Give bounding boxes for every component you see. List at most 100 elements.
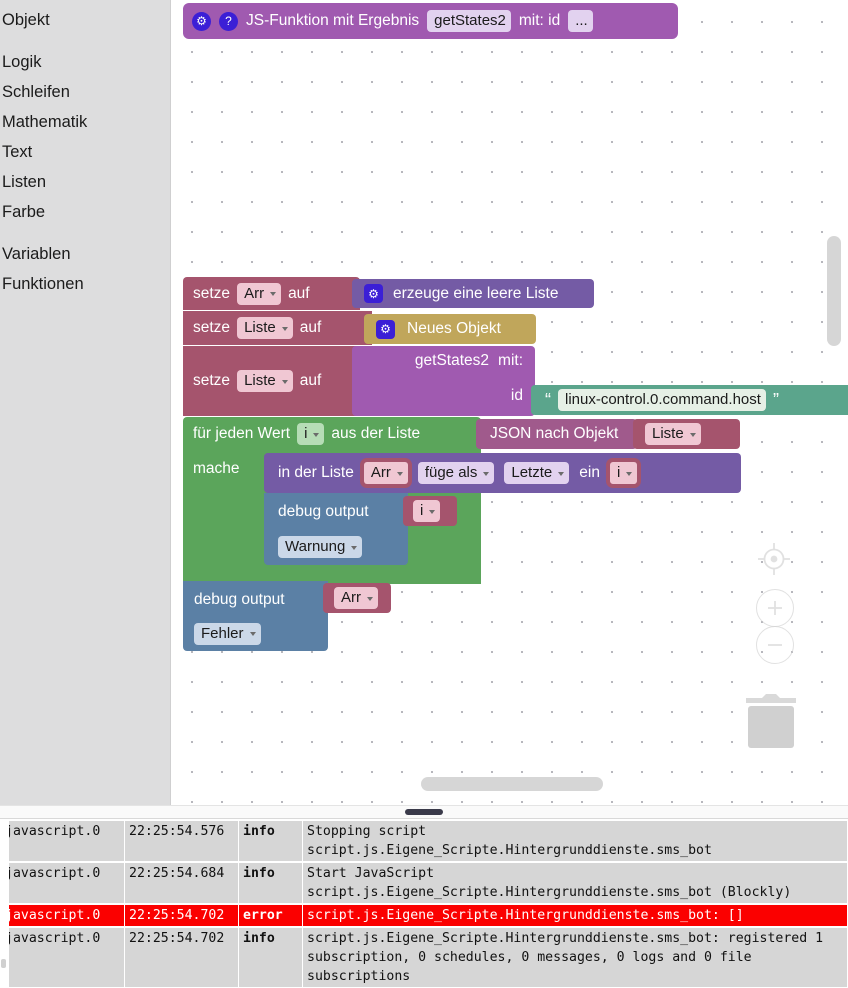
toolbox-separator-2: [0, 227, 170, 239]
blockly-workspace-canvas[interactable]: ⚙ ? JS-Funktion mit Ergebnis getStates2 …: [171, 0, 848, 805]
block-list-append[interactable]: in der Liste Arr füge als Letzte ein i: [264, 453, 741, 493]
call-arg-label: id: [510, 387, 523, 404]
block-debug-outer-value[interactable]: Arr: [323, 583, 391, 613]
table-row[interactable]: javascript.0 22:25:54.702 info script.js…: [1, 928, 847, 987]
gear-icon[interactable]: ⚙: [192, 11, 211, 31]
block-text-string[interactable]: “ linux-control.0.command.host ”: [531, 385, 848, 415]
set-liste-keyword: setze: [193, 319, 231, 336]
chevron-down-icon: [689, 432, 696, 437]
minus-icon: [768, 644, 782, 646]
for-each-header-row: für jeden Wert i aus der Liste: [183, 417, 481, 451]
debug-inner-variable-value: i: [420, 502, 424, 519]
table-row[interactable]: javascript.0 22:25:54.576 info Stopping …: [1, 821, 847, 861]
text-string-field[interactable]: linux-control.0.command.host: [558, 389, 766, 411]
function-params-more-value: ...: [575, 12, 588, 29]
block-set-liste-object[interactable]: setze Liste auf: [183, 311, 372, 345]
set-liste-variable-value: Liste: [244, 319, 276, 336]
for-each-mache-label: mache: [193, 460, 240, 477]
call-header-row: getStates2 mit:: [415, 352, 523, 370]
toolbox-item-schleifen[interactable]: Schleifen: [0, 77, 170, 107]
zoom-in-button[interactable]: [756, 589, 794, 627]
toolbox-item-objekt[interactable]: Objekt: [0, 5, 170, 35]
debug-inner-severity-field[interactable]: Warnung: [278, 536, 363, 558]
set-arr-variable-field[interactable]: Arr: [237, 282, 282, 305]
debug-outer-severity-value: Fehler: [201, 624, 244, 642]
gear-icon[interactable]: ⚙: [376, 319, 395, 339]
function-params-more-field[interactable]: ...: [568, 10, 593, 32]
log-source: javascript.0: [1, 928, 124, 987]
log-time: 22:25:54.684: [125, 863, 238, 903]
chevron-down-icon: [626, 471, 633, 476]
function-params-label: mit: id: [518, 12, 561, 29]
chevron-down-icon: [313, 432, 320, 437]
toolbox-item-farbe[interactable]: Farbe: [0, 197, 170, 227]
block-debug-output-outer[interactable]: debug output Fehler: [183, 581, 328, 651]
list-append-value-value: i: [616, 464, 621, 481]
debug-outer-variable-field[interactable]: Arr: [334, 587, 378, 609]
for-each-prefix: für jeden Wert: [193, 425, 291, 442]
block-json-var[interactable]: Liste: [633, 419, 740, 449]
debug-outer-severity-field[interactable]: Fehler: [194, 622, 261, 645]
list-append-value-field[interactable]: i: [609, 462, 638, 484]
set-liste-call-variable-field[interactable]: Liste: [237, 370, 293, 392]
log-table: javascript.0 22:25:54.576 info Stopping …: [0, 819, 848, 988]
block-create-empty-list[interactable]: ⚙ erzeuge eine leere Liste: [352, 279, 594, 308]
splitter-drag-handle[interactable]: [405, 809, 443, 815]
log-time: 22:25:54.576: [125, 821, 238, 861]
debug-outer-variable-value: Arr: [341, 589, 361, 606]
call-arg-row: id: [511, 387, 523, 405]
block-debug-inner-value[interactable]: i: [403, 496, 457, 526]
plus-icon: [768, 601, 782, 615]
help-icon[interactable]: ?: [219, 11, 238, 31]
trash-icon: [746, 694, 796, 748]
debug-inner-variable-field[interactable]: i: [413, 500, 441, 522]
panel-splitter[interactable]: [0, 805, 848, 819]
chevron-down-icon: [396, 471, 403, 476]
block-json-to-object[interactable]: JSON nach Objekt: [476, 419, 637, 449]
chevron-down-icon: [281, 326, 288, 331]
set-liste-variable-field[interactable]: Liste: [237, 317, 293, 339]
block-call-getstates2[interactable]: getStates2 mit: id: [352, 346, 535, 416]
function-title: JS-Funktion mit Ergebnis: [246, 12, 420, 29]
list-append-position-value: Letzte: [511, 464, 553, 481]
json-variable-field[interactable]: Liste: [645, 423, 701, 445]
chevron-down-icon: [351, 545, 358, 550]
workspace-horizontal-scrollbar[interactable]: [421, 777, 603, 791]
workspace-vertical-scrollbar[interactable]: [827, 236, 841, 346]
chevron-down-icon: [270, 292, 277, 296]
block-new-object[interactable]: ⚙ Neues Objekt: [364, 314, 536, 344]
recenter-button[interactable]: [756, 541, 792, 577]
block-set-arr[interactable]: setze Arr auf: [183, 277, 360, 310]
log-source: javascript.0: [1, 863, 124, 903]
table-row[interactable]: javascript.0 22:25:54.702 error script.j…: [1, 905, 847, 926]
toolbox-item-mathematik[interactable]: Mathematik: [0, 107, 170, 137]
block-debug-output-inner[interactable]: debug output Warnung: [264, 493, 408, 565]
quote-open-icon: “: [545, 390, 551, 410]
zoom-out-button[interactable]: [756, 626, 794, 664]
log-resize-handle[interactable]: [1, 959, 6, 968]
block-set-liste-call[interactable]: setze Liste auf: [183, 346, 360, 416]
trash-can[interactable]: [740, 686, 802, 753]
function-name-field[interactable]: getStates2: [427, 10, 511, 32]
toolbox-item-text[interactable]: Text: [0, 137, 170, 167]
gear-icon[interactable]: ⚙: [364, 284, 383, 303]
list-append-mode-field[interactable]: füge als: [417, 462, 495, 484]
recenter-icon: [758, 543, 790, 575]
list-append-list-field[interactable]: Arr: [363, 462, 408, 484]
toolbox-item-listen[interactable]: Listen: [0, 167, 170, 197]
log-panel[interactable]: javascript.0 22:25:54.576 info Stopping …: [0, 819, 848, 988]
list-append-suffix: ein: [579, 464, 600, 481]
function-name-value: getStates2: [434, 12, 506, 29]
toolbox-item-variablen[interactable]: Variablen: [0, 239, 170, 269]
table-row[interactable]: javascript.0 22:25:54.684 info Start Jav…: [1, 863, 847, 903]
log-message: Start JavaScript script.js.Eigene_Script…: [303, 863, 847, 903]
toolbox-item-funktionen[interactable]: Funktionen: [0, 269, 170, 299]
toolbox-palette[interactable]: Objekt Logik Schleifen Mathematik Text L…: [0, 0, 171, 805]
list-append-position-field[interactable]: Letzte: [504, 462, 570, 484]
debug-outer-label: debug output: [194, 590, 285, 608]
chevron-down-icon: [429, 509, 436, 514]
block-function-definition[interactable]: ⚙ ? JS-Funktion mit Ergebnis getStates2 …: [183, 3, 678, 39]
for-each-variable-field[interactable]: i: [297, 423, 325, 445]
for-each-mache-label-wrap: mache: [183, 452, 253, 486]
toolbox-item-logik[interactable]: Logik: [0, 47, 170, 77]
